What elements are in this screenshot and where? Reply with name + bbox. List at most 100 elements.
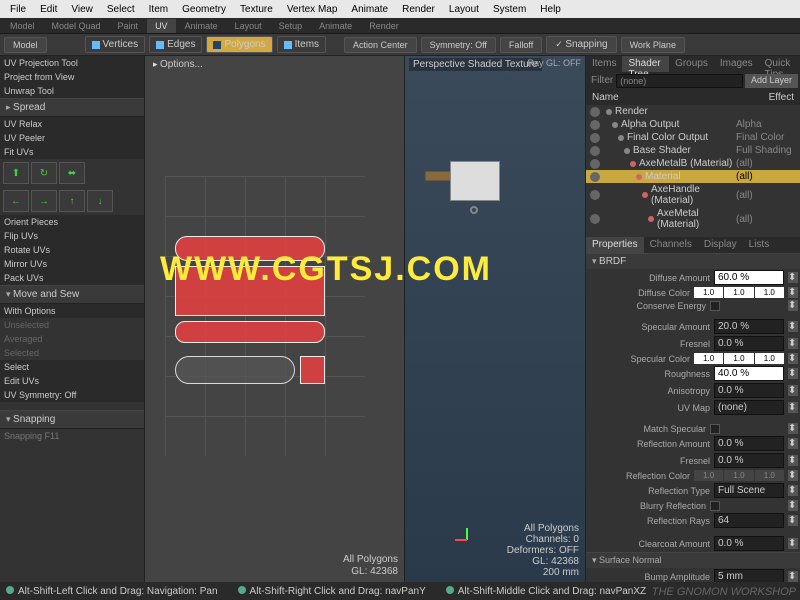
- value-input[interactable]: 20.0 %: [714, 319, 784, 334]
- uv-peeler[interactable]: UV Peeler: [0, 131, 144, 145]
- value-input[interactable]: (none): [714, 400, 784, 415]
- slider-icon[interactable]: ⬍: [788, 455, 798, 466]
- slider-icon[interactable]: ⬍: [788, 423, 798, 434]
- uv-island[interactable]: [175, 266, 325, 316]
- visibility-icon[interactable]: [590, 146, 600, 156]
- layer-row[interactable]: AxeMetalB (Material)(all): [586, 157, 800, 170]
- fit-uvs[interactable]: Fit UVs: [0, 145, 144, 159]
- layer-row[interactable]: Base ShaderFull Shading: [586, 144, 800, 157]
- value-input[interactable]: 0.0 %: [714, 536, 784, 551]
- slider-icon[interactable]: ⬍: [788, 485, 798, 496]
- rotate-uvs[interactable]: Rotate UVs: [0, 243, 144, 257]
- slider-icon[interactable]: ⬍: [788, 353, 798, 364]
- slider-icon[interactable]: ⬍: [788, 470, 798, 481]
- flip-uvs[interactable]: Flip UVs: [0, 229, 144, 243]
- polygons-mode[interactable]: Polygons: [206, 36, 272, 53]
- rtab-quick-tips[interactable]: Quick Tips: [759, 56, 800, 72]
- ptab-channels[interactable]: Channels: [644, 237, 698, 253]
- snapping-btn[interactable]: ✓ Snapping: [546, 36, 616, 53]
- value-input[interactable]: 40.0 %: [714, 366, 784, 381]
- rtab-groups[interactable]: Groups: [669, 56, 714, 72]
- menu-file[interactable]: File: [4, 2, 32, 17]
- slider-icon[interactable]: ⬍: [788, 321, 798, 332]
- vertices-mode[interactable]: Vertices: [85, 36, 146, 53]
- slider-icon[interactable]: ⬍: [788, 438, 798, 449]
- raygl-toggle[interactable]: Ray GL: OFF: [527, 58, 581, 68]
- move-icon[interactable]: ⬆: [3, 162, 29, 184]
- tab-animate[interactable]: Animate: [177, 19, 226, 33]
- slider-icon[interactable]: ⬍: [788, 538, 798, 549]
- workplane[interactable]: Work Plane: [621, 37, 685, 53]
- arrow-right-icon[interactable]: →: [31, 190, 57, 212]
- value-input[interactable]: Full Scene: [714, 483, 784, 498]
- visibility-icon[interactable]: [590, 107, 600, 117]
- menu-item[interactable]: Item: [143, 2, 174, 17]
- rtab-images[interactable]: Images: [714, 56, 759, 72]
- value-input[interactable]: 60.0 %: [714, 270, 784, 285]
- menu-select[interactable]: Select: [101, 2, 141, 17]
- rotate-icon[interactable]: ↻: [31, 162, 57, 184]
- action-center[interactable]: Action Center: [344, 37, 417, 53]
- arrow-down-icon[interactable]: ↓: [87, 190, 113, 212]
- tab-paint[interactable]: Paint: [110, 19, 147, 33]
- uv-island[interactable]: [175, 236, 325, 261]
- tab-layout[interactable]: Layout: [227, 19, 270, 33]
- visibility-icon[interactable]: [590, 120, 600, 130]
- tab-uv[interactable]: UV: [147, 19, 176, 33]
- menu-edit[interactable]: Edit: [34, 2, 63, 17]
- layer-row[interactable]: Alpha OutputAlpha: [586, 118, 800, 131]
- uv-relax[interactable]: UV Relax: [0, 117, 144, 131]
- color-input[interactable]: 1.01.01.0: [694, 470, 784, 481]
- layer-row[interactable]: Render: [586, 105, 800, 118]
- project-from-view[interactable]: Project from View: [0, 70, 144, 84]
- model-dropdown[interactable]: Model: [4, 37, 47, 53]
- falloff[interactable]: Falloff: [500, 37, 542, 53]
- add-layer-button[interactable]: Add Layer: [745, 74, 798, 88]
- slider-icon[interactable]: ⬍: [788, 571, 798, 582]
- pack-uvs[interactable]: Pack UVs: [0, 271, 144, 285]
- arrow-left-icon[interactable]: ←: [3, 190, 29, 212]
- slider-icon[interactable]: ⬍: [788, 287, 798, 298]
- uv-island[interactable]: [175, 321, 325, 343]
- ptab-display[interactable]: Display: [698, 237, 743, 253]
- layer-row[interactable]: AxeHandle (Material)(all): [586, 183, 800, 207]
- uv-island[interactable]: [300, 356, 325, 384]
- slider-icon[interactable]: ⬍: [788, 272, 798, 283]
- slider-icon[interactable]: ⬍: [788, 338, 798, 349]
- tab-setup[interactable]: Setup: [271, 19, 311, 33]
- uv-viewport[interactable]: ▸ Options... All Polygons GL: 42368: [145, 56, 405, 582]
- visibility-icon[interactable]: [590, 133, 600, 143]
- slider-icon[interactable]: ⬍: [788, 500, 798, 511]
- tab-render[interactable]: Render: [361, 19, 407, 33]
- rtab-shader-tree[interactable]: Shader Tree: [622, 56, 669, 72]
- value-input[interactable]: 0.0 %: [714, 383, 784, 398]
- menu-view[interactable]: View: [65, 2, 99, 17]
- value-input[interactable]: 0.0 %: [714, 436, 784, 451]
- symmetry[interactable]: Symmetry: Off: [421, 37, 496, 53]
- unwrap-tool[interactable]: Unwrap Tool: [0, 84, 144, 98]
- items-mode[interactable]: Items: [277, 36, 326, 53]
- mirror-uvs[interactable]: Mirror UVs: [0, 257, 144, 271]
- color-input[interactable]: 1.01.01.0: [694, 353, 784, 364]
- edit-uvs-menu[interactable]: Edit UVs: [0, 374, 144, 388]
- perspective-viewport[interactable]: Perspective Shaded Texture Ray GL: OFF A…: [405, 56, 585, 582]
- slider-icon[interactable]: ⬍: [788, 300, 798, 311]
- menu-texture[interactable]: Texture: [234, 2, 279, 17]
- checkbox[interactable]: [710, 501, 720, 511]
- orient-pieces[interactable]: Orient Pieces: [0, 215, 144, 229]
- tab-model[interactable]: Model: [2, 19, 43, 33]
- menu-help[interactable]: Help: [534, 2, 567, 17]
- menu-layout[interactable]: Layout: [443, 2, 485, 17]
- filter-input[interactable]: [616, 74, 743, 88]
- checkbox[interactable]: [710, 424, 720, 434]
- with-options[interactable]: With Options: [0, 304, 144, 318]
- ptab-lists[interactable]: Lists: [743, 237, 776, 253]
- value-input[interactable]: 0.0 %: [714, 336, 784, 351]
- color-input[interactable]: 1.01.01.0: [694, 287, 784, 298]
- menu-vertex-map[interactable]: Vertex Map: [281, 2, 344, 17]
- slider-icon[interactable]: ⬍: [788, 385, 798, 396]
- axe-blade-mesh[interactable]: [450, 161, 500, 201]
- value-input[interactable]: 5 mm: [714, 569, 784, 582]
- scale-icon[interactable]: ⬌: [59, 162, 85, 184]
- menu-render[interactable]: Render: [396, 2, 441, 17]
